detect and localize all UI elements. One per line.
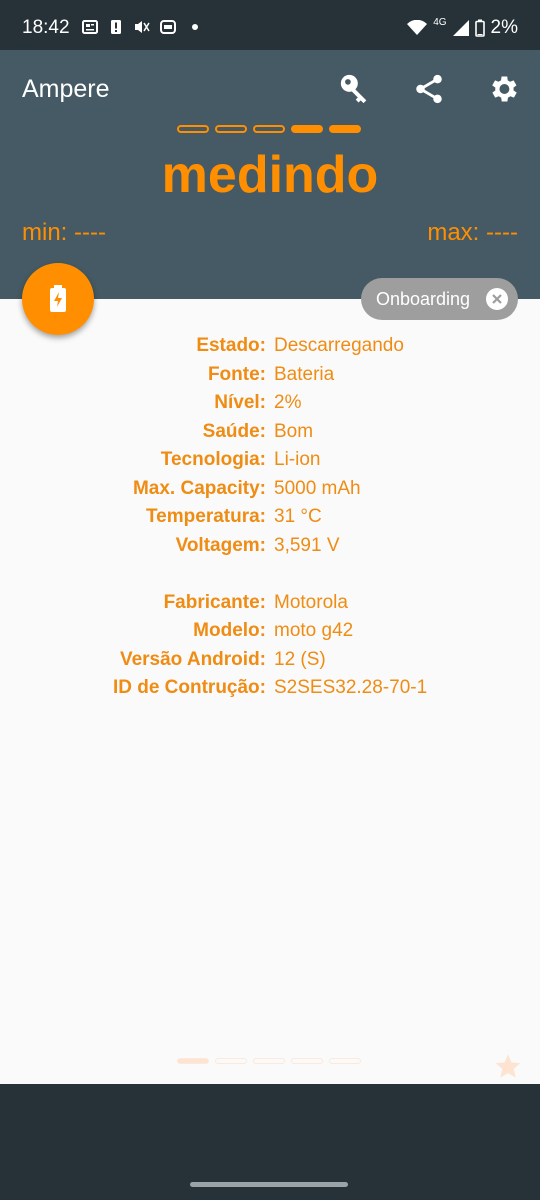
page-dot	[253, 1058, 285, 1064]
page-indicator-bottom	[177, 1058, 361, 1064]
app-title: Ampere	[22, 75, 110, 103]
info-row-nivel: Nível: 2%	[0, 389, 540, 418]
page-dot	[291, 125, 323, 133]
close-icon[interactable]	[486, 288, 508, 310]
info-value: moto g42	[274, 620, 354, 641]
more-notifications-dot	[192, 24, 198, 30]
info-label: Nível:	[214, 392, 266, 413]
info-value: Li-ion	[274, 449, 321, 470]
notification-icons	[82, 19, 198, 35]
info-value: 2%	[274, 392, 302, 413]
min-label: min: ----	[22, 219, 106, 246]
battery-charging-icon	[50, 285, 66, 312]
battery-fab[interactable]	[22, 263, 94, 335]
info-label: Modelo:	[193, 620, 266, 641]
info-label: Fabricante:	[163, 591, 266, 613]
info-value: Bateria	[274, 363, 335, 385]
status-bar: 18:42 4G 2%	[0, 0, 540, 50]
info-list: Estado: Descarregando Fonte: Bateria Nível…	[0, 332, 540, 703]
info-label: Temperatura:	[145, 506, 266, 527]
info-row-fonte: Fonte: Bateria	[0, 361, 540, 390]
key-icon	[340, 74, 367, 104]
page-indicator-top	[177, 125, 361, 133]
info-value: 3,591 V	[274, 534, 340, 556]
info-value: 12 (S)	[274, 648, 326, 670]
mute-icon	[135, 21, 150, 33]
signal-icon	[452, 20, 469, 36]
info-row-modelo: Modelo: moto g42	[0, 617, 540, 646]
page-dot	[215, 125, 247, 133]
info-label: Tecnologia:	[160, 449, 266, 470]
network-type: 4G	[433, 16, 447, 28]
info-row-build-id: ID de Contrução: S2SES32.28-70-1	[0, 674, 540, 703]
app-header: Ampere medindo min: ---- max: ----	[0, 50, 540, 299]
alert-icon	[111, 20, 121, 34]
page-dot	[291, 1058, 323, 1064]
info-label: Estado:	[196, 335, 266, 356]
max-label: max: ----	[427, 219, 518, 246]
page-dot	[177, 125, 209, 133]
info-row-capacity: Max. Capacity: 5000 mAh	[0, 475, 540, 504]
info-value: S2SES32.28-70-1	[274, 677, 428, 698]
info-row-android: Versão Android: 12 (S)	[0, 646, 540, 675]
battery-percent: 2%	[490, 17, 518, 38]
info-value: Bom	[274, 420, 314, 442]
status-right: 4G 2%	[407, 17, 518, 39]
page-dot	[215, 1058, 247, 1064]
wifi-icon	[407, 20, 428, 35]
settings-button[interactable]	[482, 68, 524, 110]
news-icon	[82, 20, 98, 34]
info-label: Max. Capacity:	[132, 477, 266, 499]
page-dot	[253, 125, 285, 133]
info-value: Motorola	[274, 591, 348, 613]
info-row-voltagem: Voltagem: 3,591 V	[0, 532, 540, 561]
info-row-fabricante: Fabricante: Motorola	[0, 589, 540, 618]
cast-icon	[160, 20, 176, 34]
key-button[interactable]	[334, 68, 376, 110]
info-value: 5000 mAh	[274, 477, 361, 499]
page-dot	[329, 1058, 361, 1064]
info-value: Descarregando	[274, 335, 404, 356]
share-button[interactable]	[408, 68, 450, 110]
info-label: Versão Android:	[119, 648, 266, 670]
page-dot	[329, 125, 361, 133]
star-icon[interactable]	[494, 1052, 522, 1080]
info-label: Saúde:	[202, 420, 266, 442]
onboarding-chip-label: Onboarding	[376, 288, 471, 309]
info-row-saude: Saúde: Bom	[0, 418, 540, 447]
info-row-temperatura: Temperatura: 31 °C	[0, 503, 540, 532]
current-reading: medindo	[161, 146, 379, 204]
page-dot	[177, 1058, 209, 1064]
battery-icon	[474, 19, 485, 37]
share-icon	[416, 74, 442, 104]
status-time: 18:42	[22, 17, 70, 38]
home-gesture-handle[interactable]	[190, 1182, 348, 1187]
info-value: 31 °C	[274, 506, 322, 527]
info-label: Voltagem:	[175, 534, 266, 556]
gear-icon	[492, 76, 517, 102]
info-row-estado: Estado: Descarregando	[0, 332, 540, 361]
info-label: Fonte:	[207, 363, 266, 385]
info-row-tecnologia: Tecnologia: Li-ion	[0, 446, 540, 475]
onboarding-chip[interactable]: Onboarding	[361, 278, 518, 320]
info-label: ID de Contrução:	[112, 677, 266, 698]
navigation-bar	[0, 1084, 540, 1200]
